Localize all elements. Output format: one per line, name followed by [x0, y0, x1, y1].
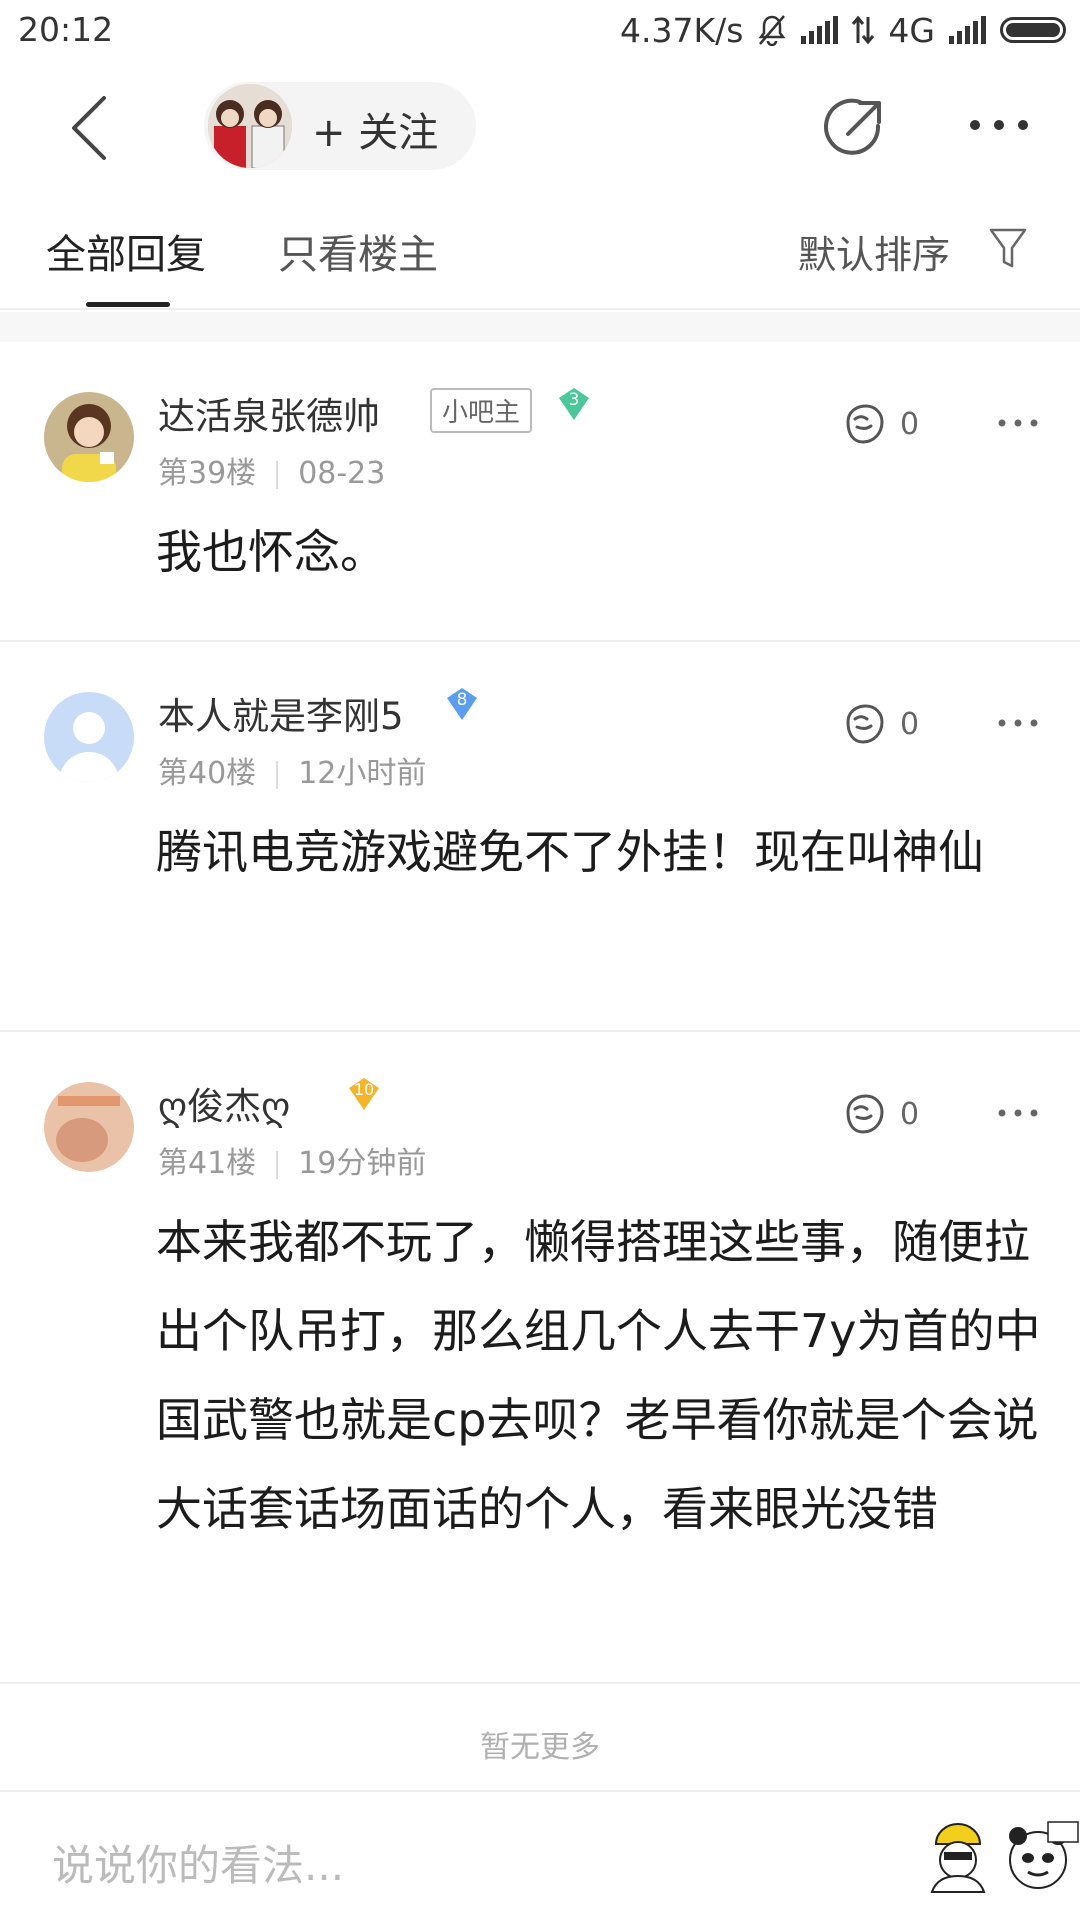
section-gap	[0, 312, 1080, 342]
post-more-icon[interactable]	[998, 718, 1038, 728]
author-avatar[interactable]	[208, 84, 292, 168]
tab-all-replies[interactable]: 全部回复	[46, 222, 206, 280]
like-count: 0	[900, 1096, 920, 1132]
sort-button[interactable]: 默认排序	[798, 224, 950, 279]
username[interactable]: ღ俊杰ღ	[158, 1076, 290, 1130]
back-icon[interactable]	[62, 92, 122, 164]
sticker-panda-icon[interactable]	[1004, 1814, 1080, 1894]
like-icon	[846, 404, 884, 444]
level-badge: 3	[556, 386, 592, 426]
like-icon	[846, 704, 884, 744]
avatar[interactable]	[44, 692, 134, 782]
post-time: 12小时前	[298, 756, 427, 791]
signal-icon-2	[949, 16, 986, 44]
level-badge: 10	[346, 1076, 382, 1116]
post-time: 19分钟前	[298, 1146, 427, 1181]
follow-label[interactable]: + 关注	[312, 100, 438, 158]
like-count: 0	[900, 706, 920, 742]
tab-underline	[86, 302, 170, 307]
reply-input[interactable]: 说说你的看法...	[52, 1832, 344, 1893]
post-40: 本人就是李刚5 8 第40楼 12小时前 0 腾讯电竞游戏避免不了外挂！现在叫神仙	[0, 642, 1080, 1030]
post-41: ღ俊杰ღ 10 第41楼 19分钟前 0 本来我都不玩了，懒得搭理这些事，随便拉出…	[0, 1032, 1080, 1682]
avatar-image	[44, 392, 134, 482]
post-content: 腾讯电竞游戏避免不了外挂！现在叫神仙	[156, 825, 984, 879]
avatar[interactable]	[44, 392, 134, 482]
sticker-construction-icon[interactable]	[918, 1814, 998, 1894]
avatar-image	[44, 1082, 134, 1172]
post-39: 达活泉张德帅 小吧主 3 第39楼 08-23 0 我也怀念。	[0, 342, 1080, 642]
status-icons: 4.37K/s 4G	[620, 8, 1066, 52]
floor-number: 第40楼	[158, 756, 257, 791]
post-meta: 第39楼 08-23	[158, 448, 385, 492]
post-time: 08-23	[298, 456, 386, 491]
post-more-icon[interactable]	[998, 1108, 1038, 1118]
meta-separator	[276, 760, 279, 789]
author-avatar-image	[208, 84, 292, 168]
like-button[interactable]: 0	[842, 1092, 919, 1136]
post-meta: 第40楼 12小时前	[158, 748, 426, 792]
status-bar: 20:12 4.37K/s 4G	[0, 0, 1080, 62]
floor-number: 第39楼	[158, 456, 257, 491]
battery-icon	[1000, 17, 1066, 43]
post-content: 我也怀念。	[156, 525, 386, 579]
like-button[interactable]: 0	[842, 402, 919, 446]
net-speed: 4.37K/s	[619, 10, 744, 50]
meta-separator	[276, 460, 279, 489]
tab-op-only[interactable]: 只看楼主	[278, 222, 438, 280]
level-number: 10	[353, 1080, 375, 1099]
role-badge: 小吧主	[430, 388, 533, 433]
meta-separator	[276, 1150, 279, 1179]
sticker-panda-image	[1009, 1821, 1079, 1889]
network-type: 4G	[888, 10, 935, 50]
like-button[interactable]: 0	[842, 702, 919, 746]
username[interactable]: 本人就是李刚5	[158, 686, 404, 740]
post-content: 本来我都不玩了，懒得搭理这些事，随便拉出个队吊打，那么组几个人去干7y为首的中国…	[156, 1215, 1041, 1536]
filter-icon[interactable]	[988, 226, 1028, 270]
status-time: 20:12	[18, 10, 114, 49]
username[interactable]: 达活泉张德帅	[158, 386, 380, 440]
share-icon[interactable]	[820, 96, 886, 162]
more-icon[interactable]	[968, 118, 1030, 132]
data-arrows-icon	[852, 15, 875, 45]
sticker-construction-image	[930, 1823, 986, 1893]
level-badge: 8	[444, 686, 480, 726]
level-number: 8	[456, 690, 468, 710]
signal-icon	[801, 16, 839, 44]
post-meta: 第41楼 19分钟前	[158, 1138, 426, 1182]
like-icon	[846, 1094, 884, 1134]
tabs-divider	[0, 308, 1080, 310]
like-count: 0	[900, 406, 920, 442]
floor-number: 第41楼	[158, 1146, 257, 1181]
post-more-icon[interactable]	[998, 418, 1038, 428]
avatar[interactable]	[44, 1082, 134, 1172]
no-more-label: 暂无更多	[480, 1730, 600, 1765]
level-number: 3	[568, 390, 580, 410]
default-avatar-image	[44, 692, 134, 782]
mute-bell-icon	[758, 15, 786, 46]
post-divider	[0, 1682, 1080, 1684]
